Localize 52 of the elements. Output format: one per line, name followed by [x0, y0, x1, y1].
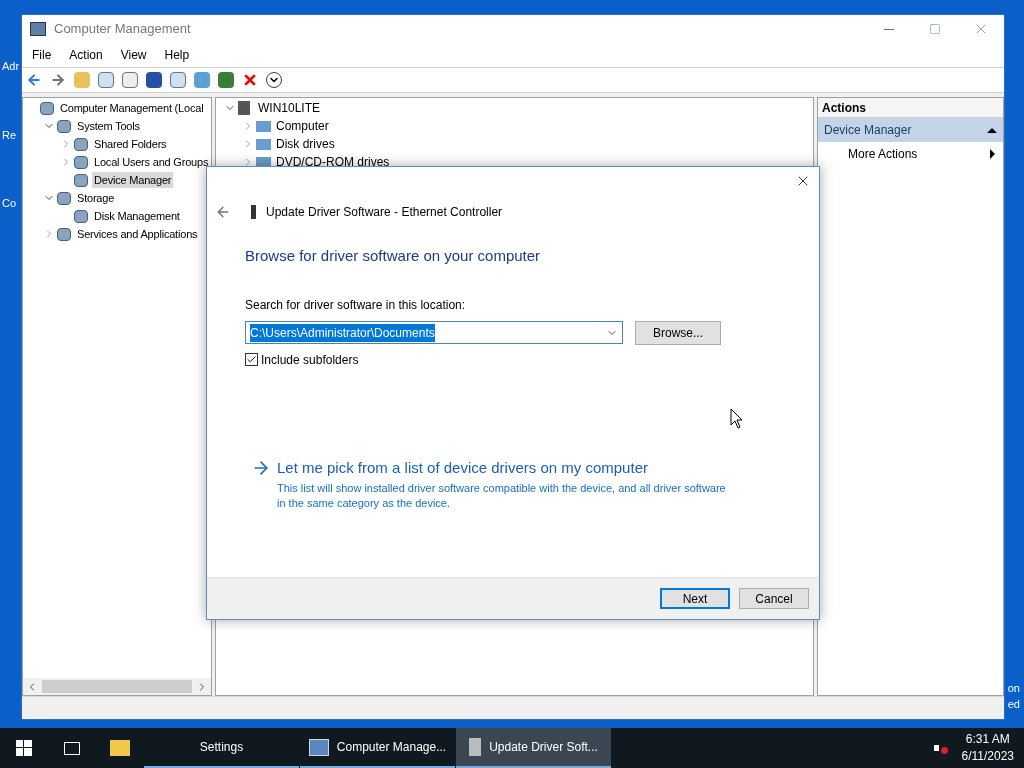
actions-section[interactable]: Device Manager [818, 118, 1003, 142]
horizontal-scrollbar[interactable] [23, 678, 211, 695]
menu-item[interactable]: Action [69, 46, 103, 64]
checkbox-label[interactable]: Include subfolders [261, 350, 359, 369]
collapse-icon[interactable] [987, 127, 997, 133]
window-title: Computer Management [54, 20, 191, 39]
tree-item[interactable]: Storage [75, 189, 117, 207]
tree-item[interactable]: System Tools [75, 117, 142, 135]
link-description: This list will show installed driver software compatible with the device, and all driver software in the same category as the device. [277, 481, 727, 511]
driver-list-link[interactable]: Let me pick from a list of device drivers on my computer [277, 456, 727, 479]
taskbar-item[interactable]: Update Driver Soft... [456, 728, 611, 768]
taskbar-item[interactable]: Computer Manage... [300, 728, 455, 768]
volume-muted-icon[interactable] [933, 742, 948, 754]
menu-item[interactable]: Help [164, 46, 190, 64]
desktop-icon-label: Adr [2, 59, 20, 74]
back-icon[interactable] [26, 72, 42, 88]
desktop-icon-label: on [1007, 681, 1020, 696]
action-item[interactable]: More Actions [848, 145, 918, 163]
dialog-title: Update Driver Software - Ethernet Controller [266, 204, 503, 221]
minimize-icon [884, 28, 894, 30]
path-combobox[interactable]: C:\Users\Administrator\Documents [245, 321, 623, 344]
actions-header: Actions [818, 98, 1003, 118]
dialog-heading: Browse for driver software on your computer [245, 246, 542, 266]
browse-button[interactable]: Browse... [635, 320, 721, 345]
field-label: Search for driver software in this location: [245, 296, 467, 314]
tree-item[interactable]: Computer [276, 117, 329, 135]
clock-date[interactable]: 6/11/2023 [961, 748, 1014, 765]
tree-item[interactable]: Disk Management [92, 207, 182, 225]
clock-time[interactable]: 6:31 AM [965, 731, 1010, 748]
tree-item[interactable]: Shared Folders [92, 135, 169, 153]
windows-logo-icon [16, 740, 32, 756]
delete-icon[interactable] [242, 72, 258, 88]
forward-icon[interactable] [50, 72, 66, 88]
tree-item[interactable]: Device Manager [92, 171, 174, 189]
submenu-icon [990, 149, 995, 159]
taskbar-item[interactable]: Settings [144, 728, 299, 768]
back-icon[interactable] [215, 204, 231, 220]
menu-item[interactable]: File [32, 46, 52, 64]
dialog-button[interactable]: Cancel [739, 588, 809, 609]
tree-item[interactable]: Disk drives [276, 135, 335, 153]
tree-item[interactable]: Services and Applications [75, 225, 200, 243]
tree-item[interactable]: WIN10LITE [258, 99, 320, 117]
desktop-icon-label: Re [2, 127, 18, 143]
menu-item[interactable]: View [120, 46, 147, 64]
desktop-icon-label: ed [1007, 697, 1020, 712]
desktop-icon-label: Co [2, 196, 18, 211]
mouse-cursor [730, 408, 743, 429]
tree-item[interactable]: Computer Management (Local [58, 99, 206, 117]
dialog-button[interactable]: Next [660, 588, 730, 609]
maximize-icon [929, 23, 941, 35]
tree-item[interactable]: Local Users and Groups [92, 153, 211, 171]
checkbox[interactable] [245, 353, 258, 366]
